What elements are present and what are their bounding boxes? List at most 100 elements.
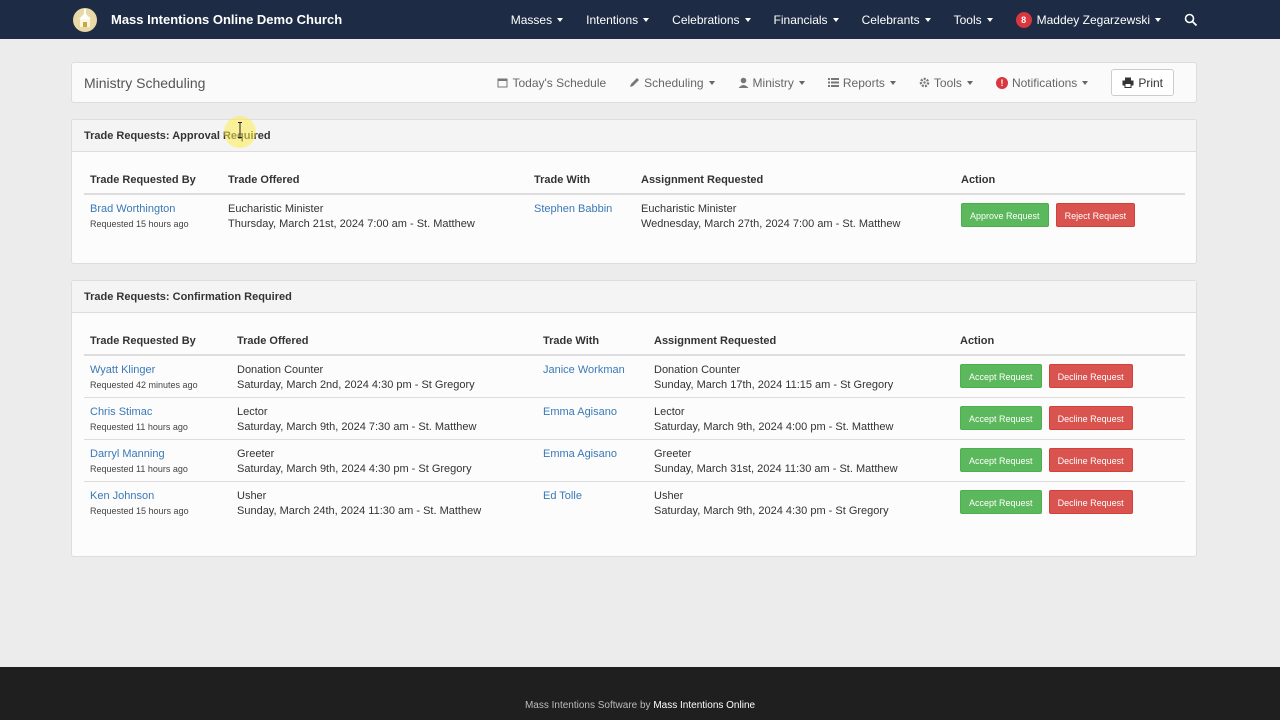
menu-tools[interactable]: Tools — [954, 13, 993, 27]
brand[interactable]: Mass Intentions Online Demo Church — [72, 0, 342, 39]
notification-badge: 8 — [1015, 11, 1032, 28]
approve-request-button[interactable]: Approve Request — [961, 203, 1049, 227]
caret-down-icon — [986, 17, 993, 22]
ministry-subheader: Ministry Scheduling Today's Schedule Sch… — [71, 62, 1197, 103]
menu-intentions-label: Intentions — [586, 12, 639, 27]
ministry-label: Ministry — [752, 75, 794, 90]
ministry-subnav: Today's Schedule Scheduling Ministry Rep… — [474, 63, 1174, 102]
footer-brand-link[interactable]: Mass Intentions Online — [653, 700, 755, 711]
trade-with-cell: Emma Agisano — [537, 439, 648, 482]
menu-intentions[interactable]: Intentions — [586, 12, 650, 27]
trade-with-link[interactable]: Ed Tolle — [543, 489, 642, 504]
offered-time: Saturday, March 2nd, 2024 4:30 pm - St G… — [237, 379, 475, 391]
trade-with-link[interactable]: Stephen Babbin — [534, 202, 629, 217]
col-trade-offered: Trade Offered — [222, 160, 528, 195]
assignment-cell: Greeter Sunday, March 31st, 2024 11:30 a… — [648, 439, 954, 482]
table-row: Ken Johnson Requested 15 hours ago Usher… — [84, 481, 1185, 523]
col-trade-offered: Trade Offered — [231, 321, 537, 356]
assignment-cell: Lector Saturday, March 9th, 2024 4:00 pm… — [648, 397, 954, 440]
requester-link[interactable]: Chris Stimac — [90, 405, 225, 420]
col-assignment-requested: Assignment Requested — [635, 160, 955, 195]
menu-celebrants[interactable]: Celebrants — [862, 13, 931, 27]
requested-time: Requested 15 hours ago — [90, 219, 189, 229]
trade-with-link[interactable]: Emma Agisano — [543, 405, 642, 420]
menu-tools-label: Tools — [953, 12, 982, 27]
list-icon — [827, 78, 839, 87]
col-trade-with: Trade With — [528, 160, 635, 195]
printer-icon — [1122, 77, 1134, 88]
col-action: Action — [954, 321, 1185, 356]
assignment-time: Sunday, March 17th, 2024 11:15 am - St G… — [654, 379, 894, 391]
pencil-icon — [630, 78, 640, 87]
trade-offered-cell: Usher Sunday, March 24th, 2024 11:30 am … — [231, 481, 537, 523]
action-cell: Accept Request Decline Request — [954, 355, 1185, 398]
requester-link[interactable]: Ken Johnson — [90, 489, 225, 504]
tools-menu[interactable]: Tools — [919, 76, 973, 90]
assignment-cell: Usher Saturday, March 9th, 2024 4:30 pm … — [648, 481, 954, 523]
top-navbar: Mass Intentions Online Demo Church Masse… — [0, 0, 1280, 39]
offered-role: Greeter — [237, 448, 275, 460]
caret-down-icon — [832, 17, 839, 22]
caret-down-icon — [1082, 80, 1089, 85]
decline-request-button[interactable]: Decline Request — [1048, 448, 1133, 472]
confirmation-required-panel: Trade Requests: Confirmation Required Tr… — [71, 280, 1197, 557]
reports-menu[interactable]: Reports — [827, 76, 896, 90]
user-menu[interactable]: 8 Maddey Zegarzewski — [1015, 11, 1161, 28]
gear-icon — [919, 77, 930, 88]
page-title: Ministry Scheduling — [84, 75, 206, 91]
trade-with-cell: Ed Tolle — [537, 481, 648, 523]
trade-with-link[interactable]: Emma Agisano — [543, 447, 642, 462]
trade-with-cell: Emma Agisano — [537, 397, 648, 440]
trade-offered-cell: Eucharistic Minister Thursday, March 21s… — [222, 194, 528, 236]
caret-down-icon — [643, 17, 650, 22]
trade-with-cell: Stephen Babbin — [528, 194, 635, 236]
offered-role: Lector — [237, 406, 268, 418]
church-logo-icon — [72, 7, 98, 33]
tools-label: Tools — [933, 75, 962, 90]
caret-down-icon — [1155, 17, 1161, 22]
caret-down-icon — [798, 80, 805, 85]
scheduling-menu[interactable]: Scheduling — [629, 76, 715, 90]
caret-down-icon — [744, 17, 751, 22]
brand-name: Mass Intentions Online Demo Church — [111, 12, 343, 27]
col-action: Action — [955, 160, 1185, 195]
accept-request-button[interactable]: Accept Request — [960, 448, 1042, 472]
trade-offered-cell: Greeter Saturday, March 9th, 2024 4:30 p… — [231, 439, 537, 482]
search-icon[interactable] — [1184, 13, 1198, 27]
requester-link[interactable]: Darryl Manning — [90, 447, 225, 462]
caret-down-icon — [966, 80, 973, 85]
accept-request-button[interactable]: Accept Request — [960, 364, 1042, 388]
print-label: Print — [1138, 75, 1163, 90]
reject-request-button[interactable]: Reject Request — [1055, 203, 1136, 227]
notifications-menu[interactable]: ! Notifications — [995, 76, 1089, 90]
decline-request-button[interactable]: Decline Request — [1048, 364, 1133, 388]
action-cell: Approve Request Reject Request — [955, 194, 1185, 236]
offered-time: Saturday, March 9th, 2024 4:30 pm - St G… — [237, 463, 472, 475]
print-button[interactable]: Print — [1111, 69, 1174, 96]
table-row: Wyatt Klinger Requested 42 minutes ago D… — [84, 355, 1185, 398]
footer-text: Mass Intentions Software by Mass Intenti… — [0, 700, 1280, 711]
todays-schedule-link[interactable]: Today's Schedule — [497, 76, 606, 90]
menu-celebrations[interactable]: Celebrations — [672, 13, 751, 27]
requested-time: Requested 15 hours ago — [90, 506, 189, 516]
menu-financials[interactable]: Financials — [774, 13, 839, 27]
menu-masses-label: Masses — [510, 12, 553, 27]
assignment-role: Usher — [654, 490, 684, 502]
ministry-menu[interactable]: Ministry — [738, 76, 805, 90]
alert-icon: ! — [995, 76, 1008, 89]
approval-table: Trade Requested By Trade Offered Trade W… — [84, 160, 1185, 236]
offered-role: Eucharistic Minister — [228, 203, 324, 215]
accept-request-button[interactable]: Accept Request — [960, 490, 1042, 514]
decline-request-button[interactable]: Decline Request — [1048, 490, 1133, 514]
decline-request-button[interactable]: Decline Request — [1048, 406, 1133, 430]
trade-with-link[interactable]: Janice Workman — [543, 363, 642, 378]
accept-request-button[interactable]: Accept Request — [960, 406, 1042, 430]
table-header-row: Trade Requested By Trade Offered Trade W… — [84, 160, 1185, 195]
requester-link[interactable]: Wyatt Klinger — [90, 363, 225, 378]
confirmation-table: Trade Requested By Trade Offered Trade W… — [84, 321, 1185, 523]
requester-link[interactable]: Brad Worthington — [90, 202, 216, 217]
requester-cell: Brad Worthington Requested 15 hours ago — [84, 194, 222, 236]
menu-masses[interactable]: Masses — [510, 12, 564, 27]
col-trade-with: Trade With — [537, 321, 648, 356]
action-cell: Accept Request Decline Request — [954, 481, 1185, 523]
